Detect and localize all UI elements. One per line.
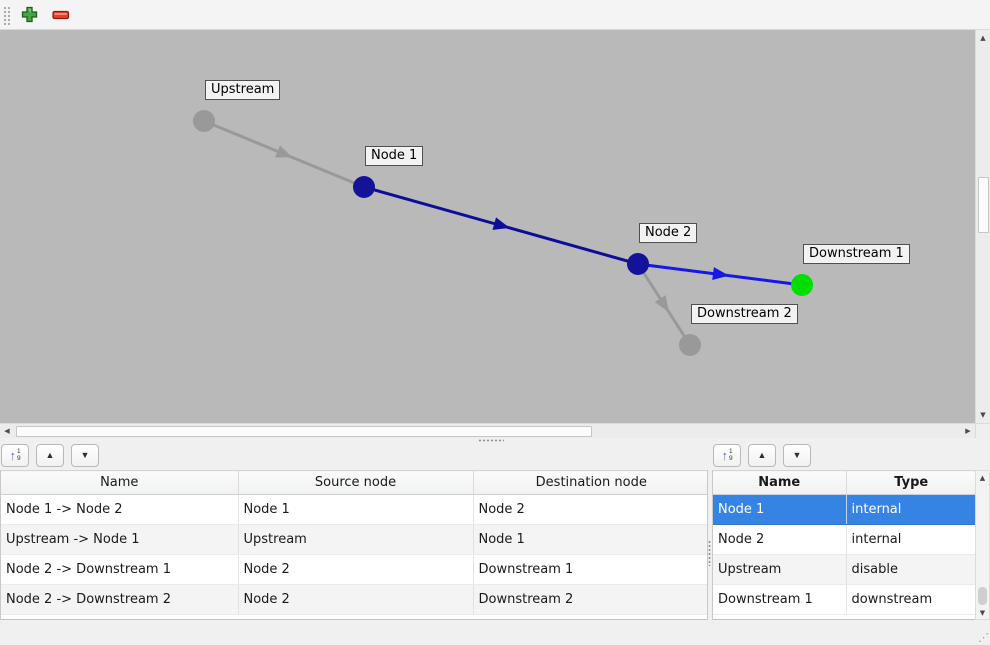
scrollbar-corner <box>975 423 990 438</box>
graph-node[interactable] <box>627 253 649 275</box>
node-table-scrollbar[interactable]: ▲ ▼ <box>975 470 990 620</box>
edge-table: Name Source node Destination node Node 1… <box>0 470 708 620</box>
table-scroll-thumb[interactable] <box>978 587 987 605</box>
node-table-row[interactable]: Node 1internal <box>713 495 975 525</box>
edge-arrow-icon <box>275 145 295 163</box>
table-cell[interactable]: Upstream <box>238 525 473 555</box>
table-cell[interactable]: Upstream -> Node 1 <box>1 525 238 555</box>
scroll-right-button[interactable]: ▶ <box>961 424 975 438</box>
triangle-down-icon: ▼ <box>81 451 90 460</box>
table-cell[interactable]: disable <box>846 555 975 585</box>
status-strip: ⋰ <box>0 620 990 645</box>
graph-node[interactable] <box>353 176 375 198</box>
graph-node[interactable] <box>679 334 701 356</box>
graph-panel: Upstream Node 1 Node 2 Downstream 1 Downstre… <box>0 30 990 438</box>
graph-svg <box>0 30 975 423</box>
splitter-grip-icon <box>478 439 504 442</box>
node-label[interactable]: Downstream 2 <box>691 304 798 324</box>
node-table-row[interactable]: Downstream 1downstream <box>713 585 975 615</box>
table-cell[interactable]: Downstream 2 <box>473 585 708 615</box>
table-cell[interactable]: Node 1 <box>713 495 846 525</box>
canvas-vertical-scrollbar[interactable]: ▲ ▼ <box>975 30 990 423</box>
sort-ascending-icon: ↑ 19 <box>721 449 732 462</box>
table-cell[interactable]: Node 2 <box>238 585 473 615</box>
sort-ascending-icon: ↑ 19 <box>9 449 20 462</box>
canvas-horizontal-scrollbar[interactable]: ◀ ▶ <box>0 423 975 438</box>
move-down-button[interactable]: ▼ <box>71 444 99 467</box>
column-header-destination-node[interactable]: Destination node <box>473 471 708 495</box>
splitter-grip-icon <box>708 540 711 566</box>
node-label[interactable]: Downstream 1 <box>803 244 910 264</box>
move-down-button[interactable]: ▼ <box>783 444 811 467</box>
node-label[interactable]: Node 2 <box>639 223 697 243</box>
sort-button[interactable]: ↑ 19 <box>1 444 29 467</box>
table-cell[interactable]: Node 1 <box>473 525 708 555</box>
remove-button[interactable] <box>49 5 73 26</box>
move-up-button[interactable]: ▲ <box>748 444 776 467</box>
column-header-name[interactable]: Name <box>713 471 846 495</box>
table-cell[interactable]: Downstream 1 <box>473 555 708 585</box>
node-label[interactable]: Upstream <box>205 80 280 100</box>
table-cell[interactable]: Node 2 <box>473 495 708 525</box>
edge-table-row[interactable]: Node 2 -> Downstream 2Node 2Downstream 2 <box>1 585 708 615</box>
table-cell[interactable]: internal <box>846 495 975 525</box>
table-cell[interactable]: Downstream 1 <box>713 585 846 615</box>
node-table-toolbar: ↑ 19 ▲ ▼ <box>713 443 811 470</box>
triangle-up-icon: ▲ <box>758 451 767 460</box>
table-cell[interactable]: Node 1 -> Node 2 <box>1 495 238 525</box>
minus-icon <box>52 8 70 23</box>
edge-table-row[interactable]: Upstream -> Node 1UpstreamNode 1 <box>1 525 708 555</box>
table-cell[interactable]: downstream <box>846 585 975 615</box>
column-header-source-node[interactable]: Source node <box>238 471 473 495</box>
table-cell[interactable]: Upstream <box>713 555 846 585</box>
scroll-left-button[interactable]: ◀ <box>0 424 14 438</box>
edge-table-pane: ↑ 19 ▲ ▼ Name Source node Destination no… <box>0 443 708 620</box>
node-label[interactable]: Node 1 <box>365 146 423 166</box>
add-button[interactable] <box>17 5 41 26</box>
graph-node[interactable] <box>791 274 813 296</box>
edge-table-row[interactable]: Node 1 -> Node 2Node 1Node 2 <box>1 495 708 525</box>
table-cell[interactable]: internal <box>846 525 975 555</box>
table-cell[interactable]: Node 1 <box>238 495 473 525</box>
edge-table-row[interactable]: Node 2 -> Downstream 1Node 2Downstream 1 <box>1 555 708 585</box>
column-header-type[interactable]: Type <box>846 471 975 495</box>
triangle-down-icon: ▼ <box>793 451 802 460</box>
scroll-up-button[interactable]: ▲ <box>976 31 990 45</box>
window-resize-grip[interactable]: ⋰ <box>978 631 988 644</box>
node-table: Name Type Node 1internalNode 2internalUp… <box>712 470 975 620</box>
main-toolbar <box>0 0 990 30</box>
scroll-up-button[interactable]: ▲ <box>976 471 989 484</box>
table-cell[interactable]: Node 2 <box>238 555 473 585</box>
graph-node[interactable] <box>193 110 215 132</box>
plus-icon <box>21 6 38 26</box>
scroll-down-button[interactable]: ▼ <box>976 408 990 422</box>
node-table-pane: ↑ 19 ▲ ▼ Name Type Node 1interna <box>712 443 990 620</box>
toolbar-drag-grip[interactable] <box>3 6 10 25</box>
vertical-scroll-thumb[interactable] <box>978 177 989 233</box>
graph-canvas[interactable]: Upstream Node 1 Node 2 Downstream 1 Downstre… <box>0 30 975 423</box>
scroll-down-button[interactable]: ▼ <box>976 606 989 619</box>
application-window: UpstreamNode 1Node 2Downstream 1Downstre… <box>0 0 990 645</box>
edge-arrow-icon <box>655 295 675 315</box>
column-header-name[interactable]: Name <box>1 471 238 495</box>
table-cell[interactable]: Node 2 <box>713 525 846 555</box>
node-table-row[interactable]: Upstreamdisable <box>713 555 975 585</box>
edge-table-toolbar: ↑ 19 ▲ ▼ <box>1 443 99 470</box>
table-cell[interactable]: Node 2 -> Downstream 1 <box>1 555 238 585</box>
sort-button[interactable]: ↑ 19 <box>713 444 741 467</box>
node-table-row[interactable]: Node 2internal <box>713 525 975 555</box>
table-cell[interactable]: Node 2 -> Downstream 2 <box>1 585 238 615</box>
move-up-button[interactable]: ▲ <box>36 444 64 467</box>
edge-arrow-icon <box>493 217 512 234</box>
horizontal-scroll-thumb[interactable] <box>16 426 592 437</box>
triangle-up-icon: ▲ <box>46 451 55 460</box>
